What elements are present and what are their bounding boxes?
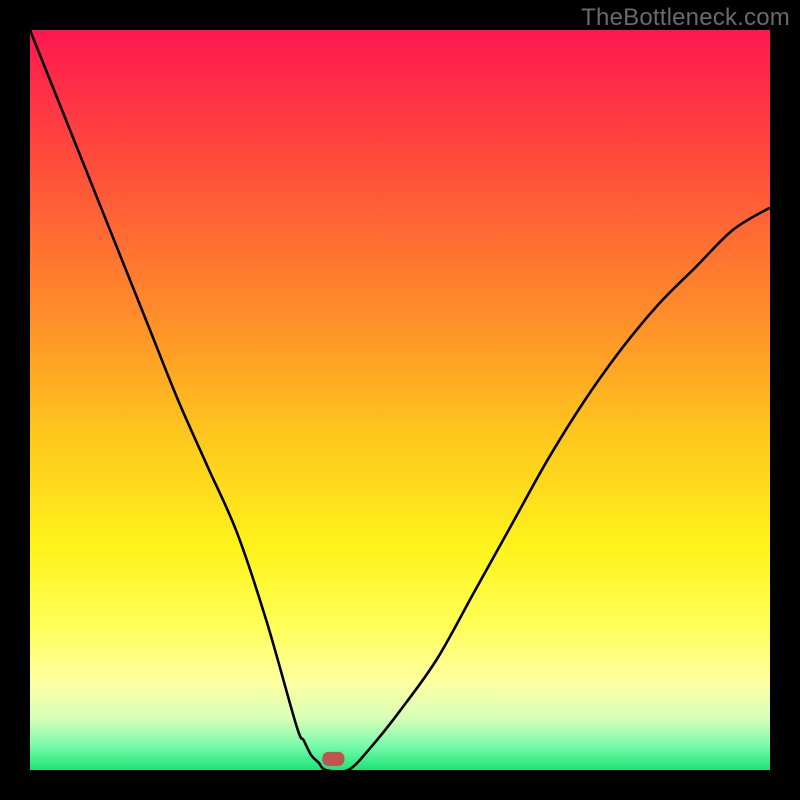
optimal-point-marker [322,752,344,766]
chart-svg [30,30,770,770]
watermark-text: TheBottleneck.com [581,4,790,32]
gradient-background [30,30,770,770]
chart-container: TheBottleneck.com [0,0,800,800]
plot-area [30,30,770,770]
